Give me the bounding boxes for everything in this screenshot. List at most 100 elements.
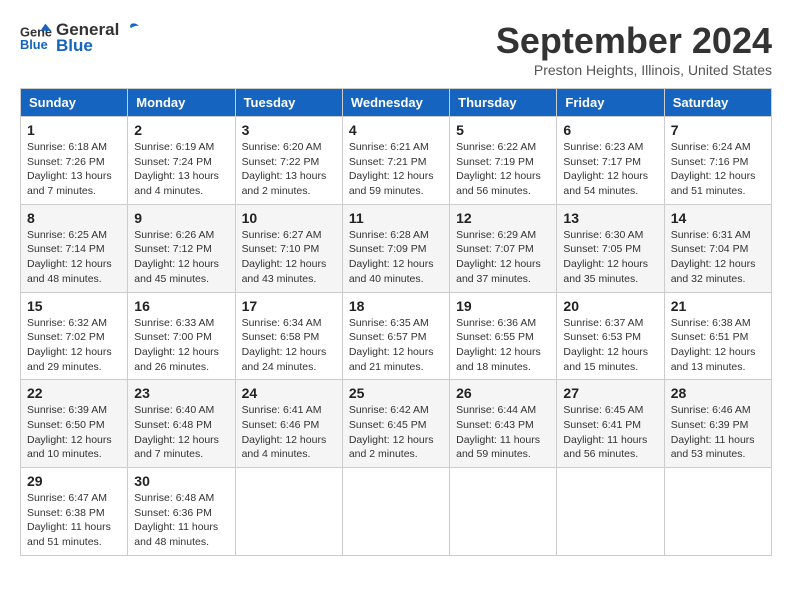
calendar-cell: 24 Sunrise: 6:41 AM Sunset: 6:46 PM Dayli… (235, 380, 342, 468)
day-info: Sunrise: 6:22 AM Sunset: 7:19 PM Dayligh… (456, 140, 550, 199)
day-info: Sunrise: 6:37 AM Sunset: 6:53 PM Dayligh… (563, 316, 657, 375)
day-number: 28 (671, 385, 765, 401)
calendar-cell: 5 Sunrise: 6:22 AM Sunset: 7:19 PM Daylig… (450, 117, 557, 205)
calendar-cell: 11 Sunrise: 6:28 AM Sunset: 7:09 PM Dayli… (342, 204, 449, 292)
week-row-1: 1 Sunrise: 6:18 AM Sunset: 7:26 PM Daylig… (21, 117, 772, 205)
day-number: 5 (456, 122, 550, 138)
day-number: 29 (27, 473, 121, 489)
calendar-cell (557, 468, 664, 556)
calendar-cell (450, 468, 557, 556)
week-row-5: 29 Sunrise: 6:47 AM Sunset: 6:38 PM Dayli… (21, 468, 772, 556)
weekday-header-friday: Friday (557, 89, 664, 117)
month-title: September 2024 (496, 20, 772, 62)
day-info: Sunrise: 6:30 AM Sunset: 7:05 PM Dayligh… (563, 228, 657, 287)
calendar-cell: 14 Sunrise: 6:31 AM Sunset: 7:04 PM Dayli… (664, 204, 771, 292)
day-info: Sunrise: 6:27 AM Sunset: 7:10 PM Dayligh… (242, 228, 336, 287)
calendar-cell: 22 Sunrise: 6:39 AM Sunset: 6:50 PM Dayli… (21, 380, 128, 468)
day-info: Sunrise: 6:23 AM Sunset: 7:17 PM Dayligh… (563, 140, 657, 199)
day-info: Sunrise: 6:31 AM Sunset: 7:04 PM Dayligh… (671, 228, 765, 287)
weekday-header-thursday: Thursday (450, 89, 557, 117)
weekday-header-monday: Monday (128, 89, 235, 117)
day-info: Sunrise: 6:39 AM Sunset: 6:50 PM Dayligh… (27, 403, 121, 462)
day-number: 1 (27, 122, 121, 138)
day-number: 13 (563, 210, 657, 226)
day-number: 20 (563, 298, 657, 314)
day-number: 24 (242, 385, 336, 401)
calendar-cell: 10 Sunrise: 6:27 AM Sunset: 7:10 PM Dayli… (235, 204, 342, 292)
day-info: Sunrise: 6:24 AM Sunset: 7:16 PM Dayligh… (671, 140, 765, 199)
day-number: 8 (27, 210, 121, 226)
day-info: Sunrise: 6:40 AM Sunset: 6:48 PM Dayligh… (134, 403, 228, 462)
calendar-cell: 2 Sunrise: 6:19 AM Sunset: 7:24 PM Daylig… (128, 117, 235, 205)
day-info: Sunrise: 6:47 AM Sunset: 6:38 PM Dayligh… (27, 491, 121, 550)
day-number: 30 (134, 473, 228, 489)
day-number: 10 (242, 210, 336, 226)
calendar-cell: 8 Sunrise: 6:25 AM Sunset: 7:14 PM Daylig… (21, 204, 128, 292)
day-number: 22 (27, 385, 121, 401)
day-info: Sunrise: 6:44 AM Sunset: 6:43 PM Dayligh… (456, 403, 550, 462)
weekday-header-saturday: Saturday (664, 89, 771, 117)
weekday-header-tuesday: Tuesday (235, 89, 342, 117)
calendar-cell: 27 Sunrise: 6:45 AM Sunset: 6:41 PM Dayli… (557, 380, 664, 468)
day-number: 7 (671, 122, 765, 138)
calendar-cell: 9 Sunrise: 6:26 AM Sunset: 7:12 PM Daylig… (128, 204, 235, 292)
day-number: 4 (349, 122, 443, 138)
day-number: 18 (349, 298, 443, 314)
calendar-cell: 6 Sunrise: 6:23 AM Sunset: 7:17 PM Daylig… (557, 117, 664, 205)
calendar-cell: 30 Sunrise: 6:48 AM Sunset: 6:36 PM Dayli… (128, 468, 235, 556)
day-number: 25 (349, 385, 443, 401)
weekday-header-sunday: Sunday (21, 89, 128, 117)
day-number: 12 (456, 210, 550, 226)
page-header: General Blue General Blue September 2024… (20, 20, 772, 78)
day-info: Sunrise: 6:36 AM Sunset: 6:55 PM Dayligh… (456, 316, 550, 375)
day-info: Sunrise: 6:46 AM Sunset: 6:39 PM Dayligh… (671, 403, 765, 462)
day-info: Sunrise: 6:29 AM Sunset: 7:07 PM Dayligh… (456, 228, 550, 287)
calendar-cell: 26Sunrise: 6:44 AM Sunset: 6:43 PM Dayli… (450, 380, 557, 468)
day-info: Sunrise: 6:33 AM Sunset: 7:00 PM Dayligh… (134, 316, 228, 375)
weekday-header-row: SundayMondayTuesdayWednesdayThursdayFrid… (21, 89, 772, 117)
day-number: 9 (134, 210, 228, 226)
calendar-cell: 19Sunrise: 6:36 AM Sunset: 6:55 PM Dayli… (450, 292, 557, 380)
day-info: Sunrise: 6:35 AM Sunset: 6:57 PM Dayligh… (349, 316, 443, 375)
calendar-cell: 20 Sunrise: 6:37 AM Sunset: 6:53 PM Dayli… (557, 292, 664, 380)
day-info: Sunrise: 6:34 AM Sunset: 6:58 PM Dayligh… (242, 316, 336, 375)
day-number: 14 (671, 210, 765, 226)
calendar-cell: 29 Sunrise: 6:47 AM Sunset: 6:38 PM Dayli… (21, 468, 128, 556)
day-info: Sunrise: 6:18 AM Sunset: 7:26 PM Dayligh… (27, 140, 121, 199)
calendar-cell: 1 Sunrise: 6:18 AM Sunset: 7:26 PM Daylig… (21, 117, 128, 205)
calendar-cell: 15 Sunrise: 6:32 AM Sunset: 7:02 PM Dayli… (21, 292, 128, 380)
day-info: Sunrise: 6:19 AM Sunset: 7:24 PM Dayligh… (134, 140, 228, 199)
calendar-cell: 28 Sunrise: 6:46 AM Sunset: 6:39 PM Dayli… (664, 380, 771, 468)
calendar-cell: 4Sunrise: 6:21 AM Sunset: 7:21 PM Daylig… (342, 117, 449, 205)
title-block: September 2024 Preston Heights, Illinois… (496, 20, 772, 78)
day-number: 15 (27, 298, 121, 314)
calendar-cell: 13 Sunrise: 6:30 AM Sunset: 7:05 PM Dayli… (557, 204, 664, 292)
calendar-cell: 7 Sunrise: 6:24 AM Sunset: 7:16 PM Daylig… (664, 117, 771, 205)
day-info: Sunrise: 6:48 AM Sunset: 6:36 PM Dayligh… (134, 491, 228, 550)
calendar-cell: 3Sunrise: 6:20 AM Sunset: 7:22 PM Daylig… (235, 117, 342, 205)
day-info: Sunrise: 6:32 AM Sunset: 7:02 PM Dayligh… (27, 316, 121, 375)
day-number: 23 (134, 385, 228, 401)
logo-icon: General Blue (20, 22, 52, 54)
week-row-4: 22 Sunrise: 6:39 AM Sunset: 6:50 PM Dayli… (21, 380, 772, 468)
week-row-3: 15 Sunrise: 6:32 AM Sunset: 7:02 PM Dayli… (21, 292, 772, 380)
location-subtitle: Preston Heights, Illinois, United States (496, 62, 772, 78)
calendar-cell (664, 468, 771, 556)
day-info: Sunrise: 6:41 AM Sunset: 6:46 PM Dayligh… (242, 403, 336, 462)
day-number: 27 (563, 385, 657, 401)
calendar-cell: 23 Sunrise: 6:40 AM Sunset: 6:48 PM Dayli… (128, 380, 235, 468)
day-info: Sunrise: 6:28 AM Sunset: 7:09 PM Dayligh… (349, 228, 443, 287)
day-info: Sunrise: 6:42 AM Sunset: 6:45 PM Dayligh… (349, 403, 443, 462)
day-number: 6 (563, 122, 657, 138)
day-info: Sunrise: 6:20 AM Sunset: 7:22 PM Dayligh… (242, 140, 336, 199)
day-number: 2 (134, 122, 228, 138)
day-info: Sunrise: 6:26 AM Sunset: 7:12 PM Dayligh… (134, 228, 228, 287)
day-number: 11 (349, 210, 443, 226)
day-info: Sunrise: 6:45 AM Sunset: 6:41 PM Dayligh… (563, 403, 657, 462)
calendar-cell: 18 Sunrise: 6:35 AM Sunset: 6:57 PM Dayli… (342, 292, 449, 380)
calendar-cell (235, 468, 342, 556)
day-number: 21 (671, 298, 765, 314)
day-info: Sunrise: 6:25 AM Sunset: 7:14 PM Dayligh… (27, 228, 121, 287)
calendar-table: SundayMondayTuesdayWednesdayThursdayFrid… (20, 88, 772, 556)
weekday-header-wednesday: Wednesday (342, 89, 449, 117)
